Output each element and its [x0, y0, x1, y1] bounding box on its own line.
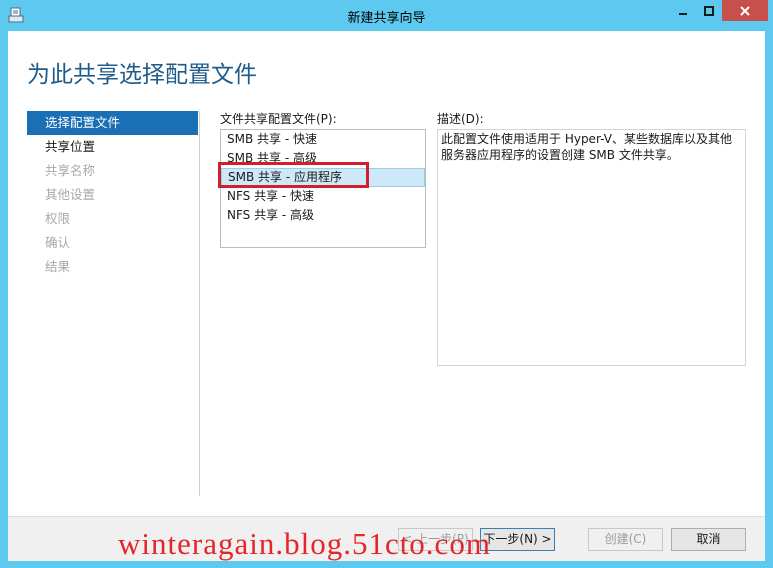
title-bar[interactable]: 新建共享向导: [0, 0, 773, 31]
next-button[interactable]: 下一步(N) >: [480, 528, 555, 551]
wizard-nav: 选择配置文件 共享位置 共享名称 其他设置 权限 确认 结果: [27, 111, 198, 279]
profiles-label: 文件共享配置文件(P):: [220, 112, 337, 126]
maximize-button[interactable]: [696, 0, 722, 21]
close-icon: [740, 5, 750, 16]
profile-item-smb-applications[interactable]: SMB 共享 - 应用程序: [221, 168, 425, 187]
nav-item-permissions: 权限: [45, 211, 71, 226]
close-button[interactable]: [722, 0, 768, 21]
page-title: 为此共享选择配置文件: [27, 62, 257, 88]
profile-item-smb-quick[interactable]: SMB 共享 - 快速: [221, 130, 425, 149]
nav-item-confirmation: 确认: [45, 235, 71, 250]
minimize-button[interactable]: [670, 0, 696, 21]
watermark-text: winteragain.blog.51cto.com: [118, 526, 491, 561]
profile-item-smb-advanced[interactable]: SMB 共享 - 高级: [221, 149, 425, 168]
profile-item-nfs-advanced[interactable]: NFS 共享 - 高级: [221, 206, 425, 225]
cancel-button[interactable]: 取消: [671, 528, 746, 551]
window-title: 新建共享向导: [347, 11, 426, 26]
minimize-icon: [679, 12, 687, 15]
nav-divider: [199, 111, 200, 496]
description-box: 此配置文件使用适用于 Hyper-V、某些数据库以及其他服务器应用程序的设置创建…: [437, 129, 746, 366]
wizard-client-area: 为此共享选择配置文件 选择配置文件 共享位置 共享名称 其他设置 权限 确认 结…: [8, 31, 765, 561]
profile-list[interactable]: SMB 共享 - 快速 SMB 共享 - 高级 SMB 共享 - 应用程序 NF…: [220, 129, 426, 248]
nav-item-select-profile[interactable]: 选择配置文件: [27, 111, 198, 135]
description-text: 此配置文件使用适用于 Hyper-V、某些数据库以及其他服务器应用程序的设置创建…: [441, 132, 732, 162]
wizard-window: 新建共享向导 为此共享选择配置文件 选择配置文件 共享位置 共享名称 其他设置 …: [0, 0, 773, 568]
create-button[interactable]: 创建(C): [588, 528, 663, 551]
nav-item-share-location[interactable]: 共享位置: [27, 135, 198, 159]
description-label: 描述(D):: [437, 112, 484, 126]
nav-item-other-settings: 其他设置: [45, 187, 96, 202]
profile-item-nfs-quick[interactable]: NFS 共享 - 快速: [221, 187, 425, 206]
maximize-icon: [704, 5, 714, 16]
nav-item-results: 结果: [45, 259, 71, 274]
nav-item-share-name: 共享名称: [45, 163, 96, 178]
